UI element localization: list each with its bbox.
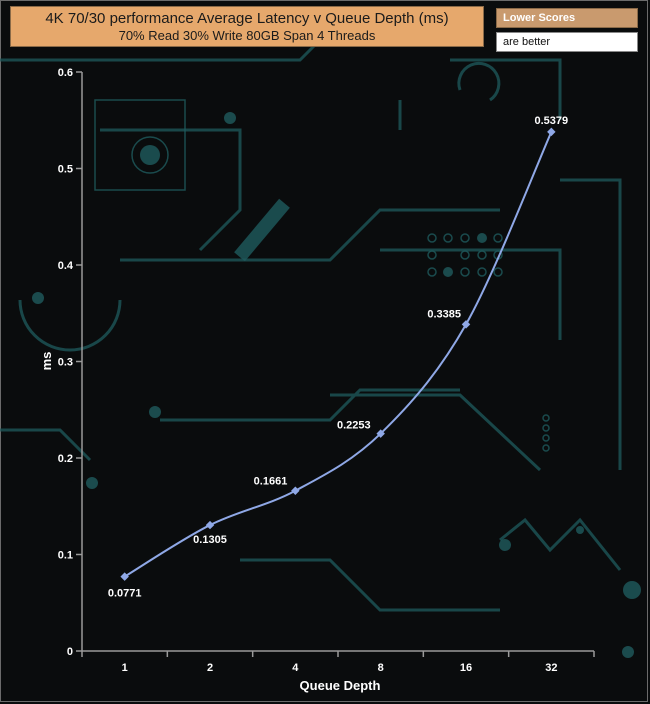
y-tick-label: 0	[67, 646, 73, 658]
y-tick-label: 0.3	[58, 357, 73, 369]
x-tick-label: 16	[460, 662, 472, 674]
x-tick-label: 32	[545, 662, 557, 674]
data-point	[291, 486, 300, 495]
data-label: 0.1661	[254, 476, 288, 488]
data-point	[461, 320, 471, 329]
y-tick-label: 0.6	[58, 67, 73, 79]
y-tick-label: 0.1	[58, 550, 73, 562]
x-tick-label: 2	[207, 662, 213, 674]
data-label: 0.0771	[108, 588, 142, 600]
y-tick-label: 0.4	[58, 260, 74, 272]
x-axis-title: Queue Depth	[300, 678, 381, 693]
data-point	[205, 520, 215, 530]
data-point	[547, 127, 556, 137]
x-tick-label: 1	[122, 662, 128, 674]
series-line	[124, 131, 553, 578]
data-label: 0.1305	[193, 534, 227, 546]
data-label: 0.3385	[427, 308, 461, 320]
data-label: 0.5379	[535, 115, 569, 127]
line-chart: 0 0.1 0.2 0.3 0.4 0.5 0.6 1 2 4 8 16 32 Queue Depth…	[39, 67, 595, 693]
y-tick-label: 0.2	[58, 453, 73, 465]
y-tick-label: 0.5	[58, 164, 73, 176]
y-axis-title: ms	[39, 352, 54, 371]
x-tick-label: 4	[292, 662, 299, 674]
data-label: 0.2253	[337, 420, 371, 432]
x-tick-label: 8	[378, 662, 384, 674]
